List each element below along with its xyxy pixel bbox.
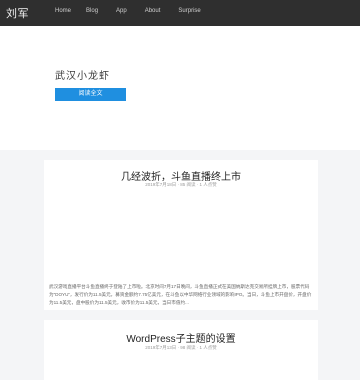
- nav-item-app[interactable]: App: [116, 8, 127, 14]
- top-navigation-bar: 刘军 Home Blog App About Surprise: [0, 0, 360, 26]
- nav-item-about[interactable]: About: [145, 8, 161, 14]
- nav-item-home[interactable]: Home: [55, 8, 71, 14]
- nav-item-blog[interactable]: Blog: [86, 8, 98, 14]
- hero-title: 武汉小龙虾: [55, 71, 110, 82]
- post-excerpt: 武汉游戏直播平台斗鱼直播终于登陆了上市啦。北京时间7月17日晚间，斗鱼直播正式在…: [49, 283, 312, 305]
- post-card: 几经波折，斗鱼直播终上市 2019年7月18日 · 85 阅读 · 1 人点赞 …: [44, 160, 318, 310]
- post-meta: 2019年7月13日 · 98 阅读 · 1 人点赞: [145, 345, 217, 350]
- post-title-link[interactable]: WordPress子主题的设置: [44, 330, 318, 345]
- hero-banner: 武汉小龙虾 阅读全文: [0, 26, 360, 150]
- nav-item-surprise[interactable]: Surprise: [178, 8, 200, 14]
- site-brand-link[interactable]: 刘军: [6, 5, 29, 21]
- read-more-button[interactable]: 阅读全文: [55, 88, 126, 101]
- post-title-link[interactable]: 几经波折，斗鱼直播终上市: [44, 168, 318, 183]
- main-nav: Home Blog App About Surprise: [55, 8, 201, 14]
- post-meta: 2019年7月18日 · 85 阅读 · 1 人点赞: [145, 182, 217, 187]
- post-card: WordPress子主题的设置 2019年7月13日 · 98 阅读 · 1 人…: [44, 320, 318, 380]
